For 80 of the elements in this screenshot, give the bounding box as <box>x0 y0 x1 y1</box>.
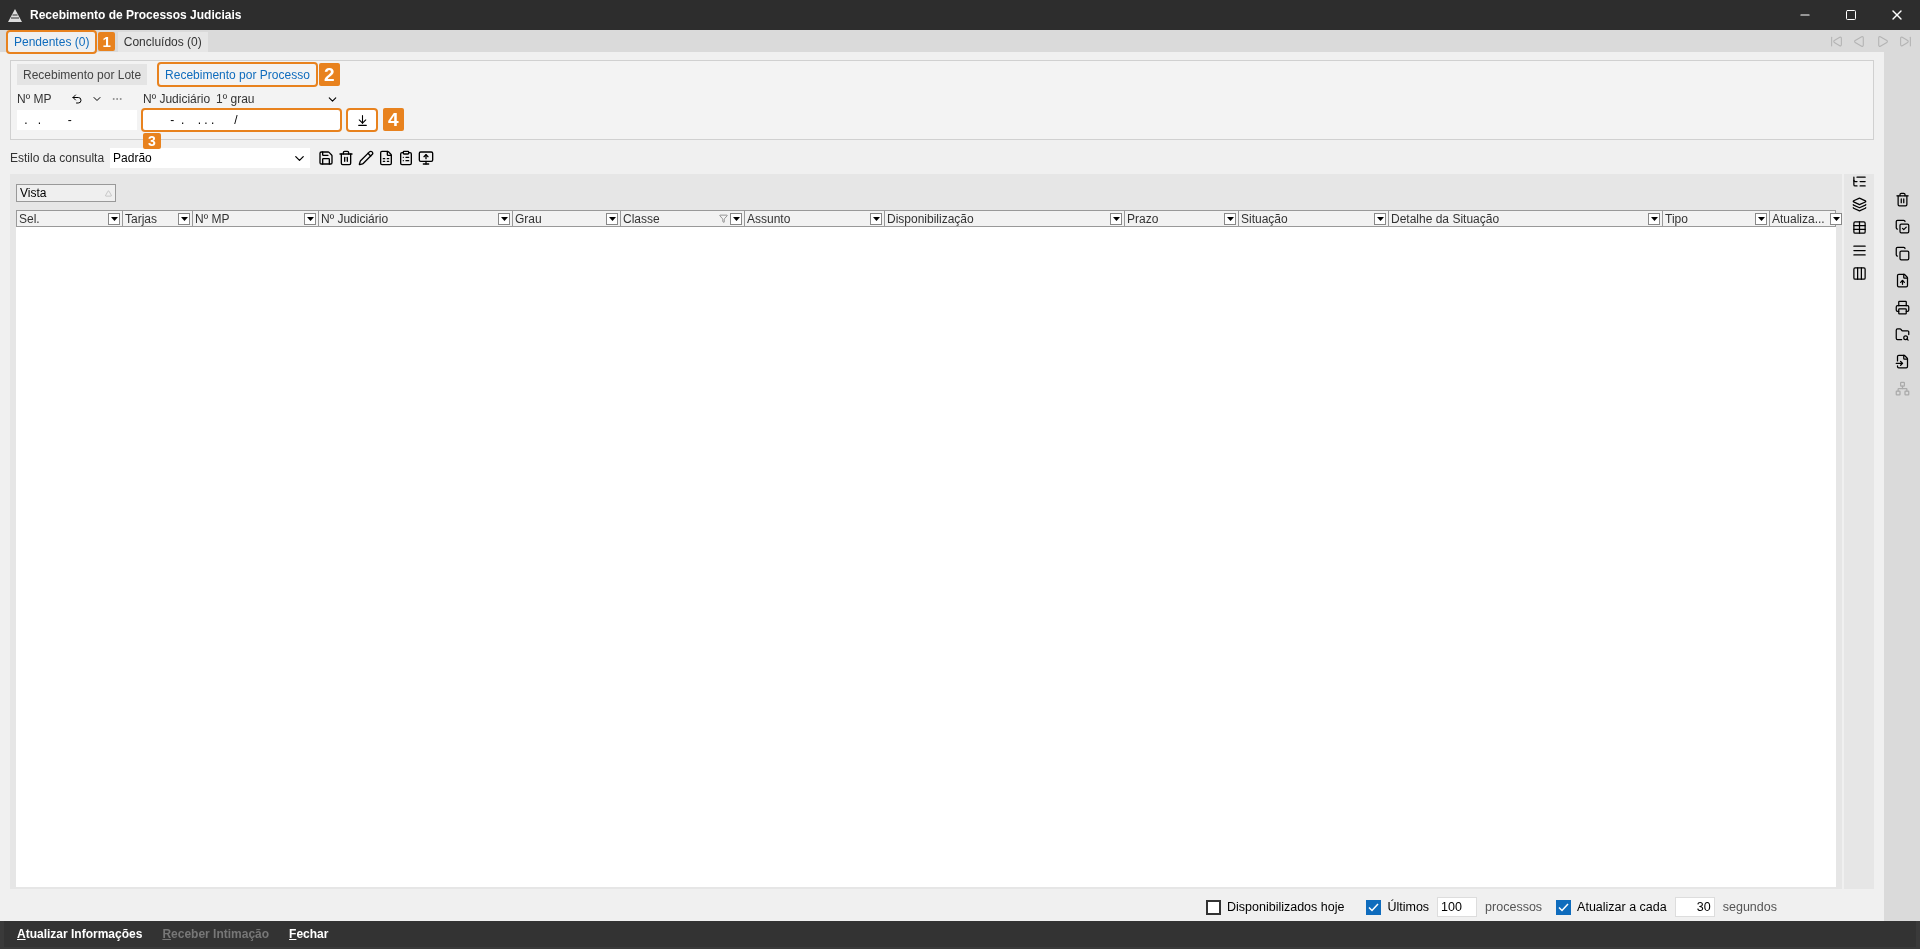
dropdown-icon[interactable] <box>498 212 510 225</box>
column-header[interactable]: Nº MP <box>193 211 319 226</box>
dropdown-icon[interactable] <box>108 212 120 225</box>
rows-icon[interactable] <box>1851 243 1867 258</box>
sort-icon <box>105 189 112 197</box>
dropdown-icon[interactable] <box>1374 212 1386 225</box>
copy-check-icon[interactable] <box>1894 219 1910 234</box>
view-sort-field[interactable]: Vista <box>16 184 116 202</box>
column-header[interactable]: Tipo <box>1663 211 1770 226</box>
count-input[interactable]: 100 <box>1437 897 1478 917</box>
checkbox[interactable] <box>1556 899 1572 915</box>
file-upload-icon[interactable] <box>1894 273 1910 288</box>
tree-icon[interactable] <box>1851 174 1867 189</box>
printer-icon[interactable] <box>1894 300 1910 315</box>
callout-number: 4 <box>383 108 404 131</box>
field-label: Estilo da consulta <box>10 150 105 167</box>
column-header[interactable]: Sel. <box>17 211 123 226</box>
check-icon <box>1558 902 1570 912</box>
download-icon <box>355 113 369 127</box>
import-button[interactable] <box>348 110 376 130</box>
judicial-number-input[interactable]: - . . . . / <box>143 110 340 130</box>
field-label: Nº MP <box>17 91 52 108</box>
trash-icon[interactable] <box>1894 192 1910 207</box>
callout-number: 1 <box>98 31 115 51</box>
window-title: Recebimento de Processos Judiciais <box>30 7 242 24</box>
layers-icon[interactable] <box>1851 197 1867 212</box>
window-export-icon[interactable] <box>418 150 435 166</box>
column-header[interactable]: Grau <box>513 211 621 226</box>
trash-icon[interactable] <box>338 150 355 166</box>
subtab[interactable]: Recebimento por Processo <box>159 64 316 85</box>
footer-button[interactable]: Fechar <box>289 925 329 943</box>
column-header[interactable]: Detalhe da Situação <box>1389 211 1663 226</box>
subtab[interactable]: Recebimento por Lote <box>17 64 148 85</box>
checkbox[interactable] <box>1206 899 1221 915</box>
unit-label: processos <box>1485 898 1543 916</box>
checkbox-label: Disponibilizados hoje <box>1227 898 1345 916</box>
column-header[interactable]: Disponibilização <box>885 211 1125 226</box>
columns-icon[interactable] <box>1851 266 1867 281</box>
file-input-icon[interactable] <box>1894 354 1910 369</box>
copy-icon[interactable] <box>1894 246 1910 261</box>
save-icon[interactable] <box>318 150 335 166</box>
footer-button[interactable]: Atualizar Informações <box>17 925 143 943</box>
tab[interactable]: Pendentes (0) <box>8 32 96 52</box>
dropdown-icon[interactable] <box>1830 212 1842 225</box>
checkbox-label: Últimos <box>1387 898 1430 916</box>
logo-icon <box>8 8 22 22</box>
dropdown-icon[interactable] <box>304 212 316 225</box>
checkbox-label: Atualizar a cada <box>1577 898 1667 916</box>
dropdown-icon[interactable] <box>1755 212 1767 225</box>
column-header[interactable]: Assunto <box>745 211 885 226</box>
undo-icon[interactable] <box>71 93 84 105</box>
unit-label: segundos <box>1722 898 1777 916</box>
column-header[interactable]: Situação <box>1239 211 1389 226</box>
field-label: Nº Judiciário <box>143 91 211 108</box>
tab[interactable]: Concluídos (0) <box>117 32 208 52</box>
clipboard-icon[interactable] <box>398 150 415 166</box>
table-icon[interactable] <box>1851 220 1867 235</box>
column-header[interactable]: Tarjas <box>123 211 193 226</box>
callout-number: 3 <box>143 133 161 149</box>
query-style-select[interactable]: Padrão <box>110 148 311 168</box>
callout-number: 2 <box>319 63 340 86</box>
dropdown-icon[interactable] <box>870 212 882 225</box>
dropdown-icon[interactable] <box>606 212 618 225</box>
dropdown-icon[interactable] <box>1110 212 1122 225</box>
checkbox[interactable] <box>1366 899 1382 915</box>
column-header[interactable]: Nº Judiciário <box>319 211 513 226</box>
spreadsheet-icon[interactable] <box>378 150 395 166</box>
dropdown-icon[interactable] <box>1224 212 1236 225</box>
maximize-icon <box>1845 9 1857 21</box>
check-icon <box>1368 902 1380 912</box>
dropdown-icon[interactable] <box>178 212 190 225</box>
mp-input[interactable]: . . - <box>17 110 137 130</box>
dropdown-icon[interactable] <box>1648 212 1660 225</box>
pencil-icon[interactable] <box>358 150 375 166</box>
folder-search-icon[interactable] <box>1894 327 1910 342</box>
column-header[interactable]: Classe <box>621 211 745 226</box>
column-header[interactable]: Prazo <box>1125 211 1239 226</box>
interval-input[interactable]: 30 <box>1674 897 1715 917</box>
dropdown-icon[interactable] <box>730 212 742 225</box>
grade-select[interactable]: 1º grau <box>216 90 327 108</box>
